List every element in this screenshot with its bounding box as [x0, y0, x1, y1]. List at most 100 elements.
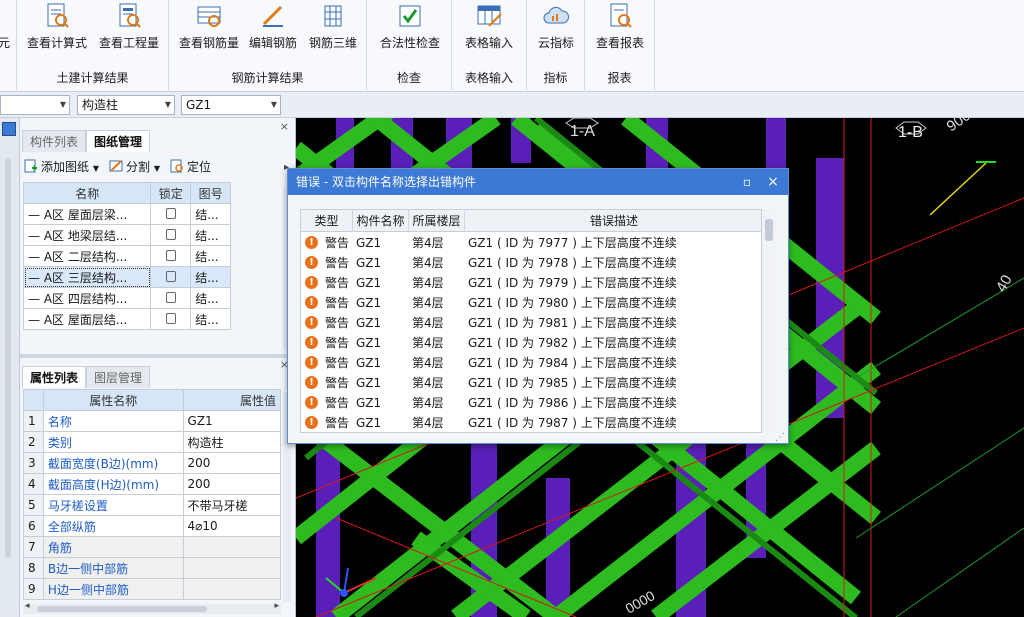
property-value[interactable] [182, 536, 282, 558]
maximize-icon[interactable]: ▫ [738, 173, 756, 191]
close-icon[interactable]: × [280, 120, 289, 133]
error-component[interactable]: GZ1 [356, 273, 381, 293]
error-component[interactable]: GZ1 [356, 333, 381, 353]
col-header-component[interactable]: 构件名称 [353, 210, 409, 232]
col-header-description[interactable]: 错误描述 [465, 210, 761, 232]
edit-rebar-button[interactable]: 编辑钢筋 [245, 2, 301, 56]
axis-label-text: 1-A [570, 123, 595, 140]
error-row[interactable]: ! 警告 GZ1 第4层 GZ1 ( ID 为 7977 ) 上下层高度不连续 [301, 233, 761, 253]
error-component[interactable]: GZ1 [356, 313, 381, 333]
tab-layer-management[interactable]: 图层管理 [86, 366, 151, 388]
scroll-left-icon[interactable]: ◂ [25, 601, 30, 611]
table-row[interactable]: — A区 二层结构... 结... [22, 245, 231, 267]
error-component[interactable]: GZ1 [356, 373, 381, 393]
property-value[interactable]: 不带马牙槎 [182, 494, 282, 516]
error-row[interactable]: ! 警告 GZ1 第4层 GZ1 ( ID 为 7985 ) 上下层高度不连续 [301, 373, 761, 393]
view-quantity-button[interactable]: 查看工程量 [93, 2, 165, 56]
property-value[interactable] [182, 578, 282, 600]
property-table: 属性名称 属性值 1 名称 GZ1 2 类别 构造柱 3 截面宽度(B边)(mm… [23, 389, 282, 600]
col-header-type[interactable]: 类型 [301, 210, 353, 232]
resize-grip-icon[interactable]: ⋰ [775, 432, 785, 443]
dialog-title[interactable]: 错误 - 双击构件名称选择出错构件 [288, 169, 788, 195]
table-row[interactable]: — A区 地梁层结... 结... [22, 224, 231, 246]
error-list-scrollbar[interactable] [762, 209, 776, 433]
lock-cell[interactable] [150, 203, 192, 225]
error-component[interactable]: GZ1 [356, 413, 381, 432]
table-row[interactable]: 2 类别 构造柱 [23, 431, 282, 453]
scroll-right-icon[interactable]: ▸ [274, 601, 279, 611]
scroll-thumb[interactable] [37, 606, 207, 612]
scroll-thumb[interactable] [765, 219, 773, 241]
tab-component-list[interactable]: 构件列表 [22, 130, 87, 152]
col-header-lock[interactable]: 锁定 [150, 182, 192, 204]
error-row[interactable]: ! 警告 GZ1 第4层 GZ1 ( ID 为 7984 ) 上下层高度不连续 [301, 353, 761, 373]
table-row[interactable]: 3 截面宽度(B边)(mm) 200 [23, 452, 282, 474]
legality-check-button[interactable]: 合法性检查 [373, 2, 447, 56]
tab-drawing-management[interactable]: 图纸管理 [86, 130, 151, 152]
tab-property-list[interactable]: 属性列表 [22, 366, 87, 388]
error-description: GZ1 ( ID 为 7978 ) 上下层高度不连续 [468, 256, 677, 270]
error-component[interactable]: GZ1 [356, 293, 381, 313]
col-header-property-value[interactable]: 属性值 [182, 389, 282, 411]
table-row[interactable]: 1 名称 GZ1 [23, 410, 282, 432]
table-row[interactable]: 9 H边一侧中部筋 [23, 578, 282, 600]
left-scrollbar[interactable] [5, 158, 11, 558]
lock-cell[interactable] [150, 287, 192, 309]
col-header-property-name[interactable]: 属性名称 [42, 389, 184, 411]
table-row-selected[interactable]: — A区 三层结构... 结... [22, 266, 231, 288]
table-row[interactable]: 4 截面高度(H边)(mm) 200 [23, 473, 282, 495]
property-value[interactable]: 200 [182, 452, 282, 474]
col-header-number[interactable]: 图号 [190, 182, 231, 204]
property-value[interactable]: 构造柱 [182, 431, 282, 453]
error-row[interactable]: ! 警告 GZ1 第4层 GZ1 ( ID 为 7987 ) 上下层高度不连续 [301, 413, 761, 432]
horizontal-scrollbar[interactable]: ◂ ▸ [23, 601, 281, 614]
property-value[interactable] [182, 557, 282, 579]
col-header-name[interactable]: 名称 [22, 182, 152, 204]
table-row[interactable]: 6 全部纵筋 4⌀10 [23, 515, 282, 537]
axis-label-1a[interactable]: 1-A [565, 118, 599, 140]
view-quantity-icon [119, 3, 141, 28]
error-row[interactable]: ! 警告 GZ1 第4层 GZ1 ( ID 为 7986 ) 上下层高度不连续 [301, 393, 761, 413]
view-report-button[interactable]: 查看报表 [589, 2, 651, 56]
component-type-combo[interactable]: 构造柱 ▼ [77, 95, 175, 115]
lock-cell[interactable] [150, 245, 192, 267]
table-input-button[interactable]: 表格输入 [458, 2, 520, 56]
error-row[interactable]: ! 警告 GZ1 第4层 GZ1 ( ID 为 7982 ) 上下层高度不连续 [301, 333, 761, 353]
table-row[interactable]: — A区 屋面层梁... 结... [22, 203, 231, 225]
error-component[interactable]: GZ1 [356, 253, 381, 273]
close-icon[interactable]: × [764, 173, 782, 191]
error-row[interactable]: ! 警告 GZ1 第4层 GZ1 ( ID 为 7978 ) 上下层高度不连续 [301, 253, 761, 273]
view-formula-button[interactable]: 查看计算式 [25, 2, 89, 56]
cloud-index-button[interactable]: 云指标 [531, 2, 581, 56]
axis-label-1b[interactable]: 1-B [895, 121, 927, 141]
split-button[interactable]: 分割 ▼ [109, 156, 160, 180]
property-value[interactable]: 200 [182, 473, 282, 495]
table-row[interactable]: 5 马牙槎设置 不带马牙槎 [23, 494, 282, 516]
property-value[interactable]: 4⌀10 [182, 515, 282, 537]
locate-button[interactable]: 定位 [170, 156, 211, 178]
panel-splitter[interactable] [20, 354, 296, 358]
lock-cell[interactable] [150, 308, 192, 330]
component-name-combo[interactable]: GZ1 ▼ [181, 95, 281, 115]
table-row[interactable]: 7 角筋 [23, 536, 282, 558]
error-component[interactable]: GZ1 [356, 353, 381, 373]
error-row[interactable]: ! 警告 GZ1 第4层 GZ1 ( ID 为 7980 ) 上下层高度不连续 [301, 293, 761, 313]
view-rebar-quantity-button[interactable]: 查看钢筋量 [177, 2, 241, 56]
error-component[interactable]: GZ1 [356, 233, 381, 253]
rebar-3d-button[interactable]: 钢筋三维 [305, 2, 361, 56]
table-row[interactable]: 8 B边一侧中部筋 [23, 557, 282, 579]
table-row[interactable]: — A区 屋面层结... 结... [22, 308, 231, 330]
floor-combo[interactable]: ▼ [0, 95, 70, 115]
dock-panel-icon[interactable] [2, 122, 16, 136]
error-row[interactable]: ! 警告 GZ1 第4层 GZ1 ( ID 为 7979 ) 上下层高度不连续 [301, 273, 761, 293]
lock-cell[interactable] [150, 224, 192, 246]
table-row[interactable]: — A区 四层结构... 结... [22, 287, 231, 309]
property-value[interactable]: GZ1 [182, 410, 282, 432]
col-header-floor[interactable]: 所属楼层 [409, 210, 465, 232]
warning-icon: ! [305, 276, 318, 289]
error-row[interactable]: ! 警告 GZ1 第4层 GZ1 ( ID 为 7981 ) 上下层高度不连续 [301, 313, 761, 333]
row-index: 4 [23, 473, 44, 495]
add-drawing-button[interactable]: 添加图纸 ▼ [24, 156, 99, 180]
error-component[interactable]: GZ1 [356, 393, 381, 413]
lock-cell[interactable] [150, 266, 192, 288]
